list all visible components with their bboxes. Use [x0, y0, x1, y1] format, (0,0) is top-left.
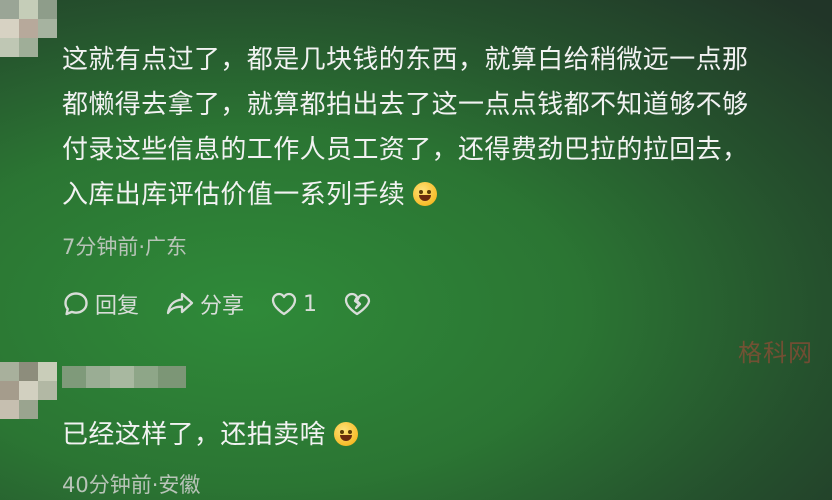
- comment-line-text: 入库出库评估价值一系列手续: [62, 180, 406, 210]
- grinning-sweat-emoji: [334, 422, 359, 446]
- comment-line: 已经这样了，还拍卖啥: [62, 413, 822, 458]
- comment-meta: 40分钟前·安徽: [62, 473, 201, 497]
- avatar-blurred[interactable]: [0, 362, 62, 424]
- rofl-emoji: [413, 182, 438, 206]
- broken-heart-icon: [344, 292, 371, 316]
- watermark: 格科网: [738, 339, 813, 367]
- share-label: 分享: [200, 294, 245, 319]
- comment-line: 付录这些信息的工作人员工资了，还得费劲巴拉的拉回去，: [62, 135, 749, 165]
- comment-line: 都懒得去拿了，就算都拍出去了这一点点钱都不知道够不够: [62, 90, 749, 120]
- comment-meta: 7分钟前·广东: [62, 235, 188, 259]
- comment-text: 这就有点过了，都是几块钱的东西，就算白给稍微远一点那 都懒得去拿了，就算都拍出去…: [62, 38, 822, 218]
- dislike-button[interactable]: [343, 291, 376, 317]
- reply-button[interactable]: 回复: [62, 288, 139, 320]
- comment-actions: 回复 分享 1: [62, 288, 402, 320]
- username-blurred[interactable]: [62, 366, 186, 388]
- like-button[interactable]: 1: [270, 291, 317, 317]
- reply-label: 回复: [95, 294, 140, 319]
- heart-icon: [271, 292, 297, 316]
- comment-line: 入库出库评估价值一系列手续: [62, 173, 822, 218]
- comment-line: 这就有点过了，都是几块钱的东西，就算白给稍微远一点那: [62, 45, 749, 75]
- avatar-blurred[interactable]: [0, 0, 62, 62]
- share-button[interactable]: 分享: [165, 288, 244, 320]
- comment-line-text: 已经这样了，还拍卖啥: [62, 420, 327, 450]
- share-arrow-icon: [166, 292, 194, 315]
- comment-bubble-icon: [64, 292, 88, 316]
- like-count: 1: [303, 291, 318, 317]
- comment-text: 已经这样了，还拍卖啥: [62, 413, 822, 458]
